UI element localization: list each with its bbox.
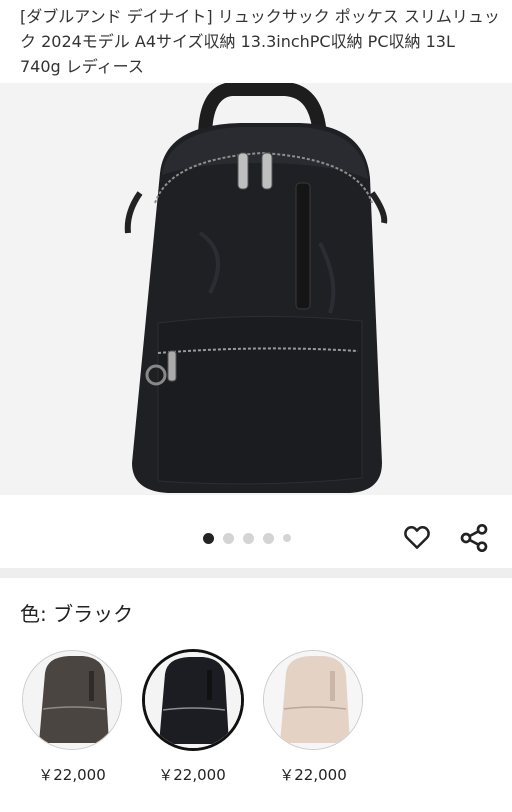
backpack-image (124, 83, 388, 493)
swatch-price: ￥22,000 (158, 766, 226, 784)
swatch-price: ￥22,000 (279, 766, 347, 784)
product-title: [ダブルアンド デイナイト] リュックサック ポッケス スリムリュック 2024… (20, 7, 500, 76)
swatch-price: ￥22,000 (38, 766, 106, 784)
section-divider (0, 568, 512, 578)
color-swatch-black[interactable] (142, 649, 244, 751)
pagination-dot[interactable] (263, 532, 274, 544)
pagination-dot[interactable] (283, 534, 291, 542)
pagination-dot[interactable] (243, 532, 254, 544)
color-swatch-brown[interactable] (22, 650, 122, 750)
color-swatch-beige[interactable] (263, 650, 363, 750)
share-icon[interactable] (458, 522, 490, 558)
selected-color-label: 色: ブラック (20, 602, 134, 626)
image-pagination[interactable] (203, 531, 291, 545)
heart-outline-icon[interactable] (402, 522, 432, 556)
product-image[interactable] (0, 83, 512, 495)
pagination-dot[interactable] (203, 532, 214, 544)
pagination-dot[interactable] (223, 532, 234, 544)
